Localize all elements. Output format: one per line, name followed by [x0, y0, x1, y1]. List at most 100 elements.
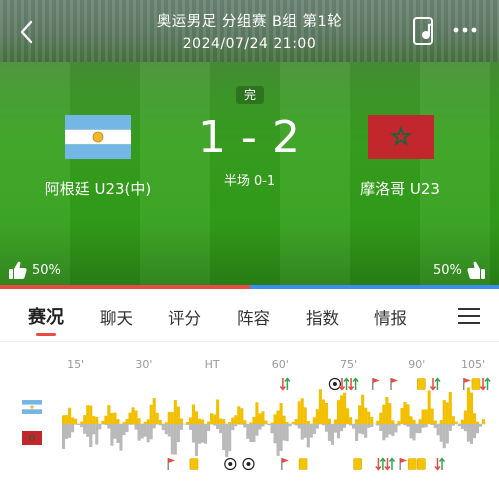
goal-icon[interactable]: [242, 457, 255, 471]
yellow-card-icon[interactable]: [407, 458, 417, 470]
away-momentum-bar: [225, 424, 229, 457]
away-momentum-bar: [77, 424, 81, 425]
away-momentum-bar: [466, 424, 470, 442]
corner-icon[interactable]: [372, 378, 380, 390]
home-momentum-bar: [367, 411, 371, 424]
home-momentum-bar: [439, 420, 443, 424]
home-momentum-bar: [321, 399, 325, 424]
away-momentum-bar: [409, 424, 413, 439]
away-momentum-bar: [83, 424, 87, 434]
home-momentum-bar: [194, 411, 199, 424]
substitution-icon[interactable]: [279, 377, 291, 391]
away-momentum-bar: [179, 424, 183, 430]
home-momentum-bar: [240, 408, 244, 424]
away-momentum-bar: [125, 424, 129, 433]
substitution-icon[interactable]: [429, 377, 441, 391]
substitution-icon[interactable]: [384, 457, 396, 471]
home-momentum-bar: [270, 422, 274, 424]
tab-live[interactable]: 赛况: [28, 303, 64, 329]
away-momentum-bar: [439, 424, 443, 442]
home-momentum-bar: [176, 406, 180, 424]
tab-intel[interactable]: 情报: [374, 305, 407, 329]
away-momentum-bar: [282, 424, 286, 441]
away-momentum-bar: [140, 424, 144, 439]
home-momentum-bar: [122, 422, 126, 424]
home-momentum-bar: [430, 408, 434, 424]
home-momentum-bar: [255, 402, 259, 424]
away-momentum-bar: [379, 424, 383, 432]
away-momentum-bar: [194, 424, 199, 457]
away-momentum-bar: [430, 424, 434, 426]
ringtone-button[interactable]: [410, 16, 438, 46]
home-momentum-bar: [71, 417, 75, 424]
tab-chat[interactable]: 聊天: [100, 305, 133, 329]
corner-icon[interactable]: [281, 458, 289, 470]
thumbs-up-icon: [9, 261, 27, 279]
home-momentum-bar: [460, 419, 464, 424]
home-momentum-bar: [312, 417, 316, 424]
away-momentum-bar: [104, 424, 108, 425]
home-momentum-bar: [134, 410, 138, 424]
tab-odds[interactable]: 指数: [306, 305, 339, 329]
away-momentum-bar: [349, 424, 353, 426]
home-momentum-bar: [149, 404, 153, 424]
home-momentum-bar: [167, 411, 171, 424]
yellow-card-icon[interactable]: [298, 458, 308, 470]
yellow-card-icon[interactable]: [417, 378, 426, 390]
home-momentum-bar: [379, 412, 383, 424]
home-momentum-bar: [68, 407, 72, 424]
goal-icon[interactable]: [224, 457, 237, 471]
away-momentum-bar: [312, 424, 316, 434]
away-momentum-bar: [288, 424, 292, 427]
away-momentum-bar: [442, 424, 446, 449]
away-momentum-bar: [89, 424, 93, 448]
tab-bar: 赛况 聊天 评分 阵容 指数 情报: [0, 289, 499, 341]
home-momentum-bar: [433, 420, 437, 424]
home-momentum-bar: [364, 407, 368, 424]
away-momentum-bar: [158, 424, 162, 426]
yellow-card-icon[interactable]: [471, 378, 481, 390]
goal-icon[interactable]: [328, 377, 342, 391]
away-momentum-bar: [249, 424, 253, 443]
away-momentum-bar: [370, 424, 374, 427]
home-momentum-bar: [74, 418, 78, 424]
home-momentum-bar: [170, 412, 174, 424]
substitution-icon[interactable]: [348, 377, 359, 391]
home-momentum-bar: [282, 415, 286, 424]
yellow-card-icon[interactable]: [353, 458, 362, 470]
corner-icon[interactable]: [399, 458, 408, 470]
away-momentum-bar: [149, 424, 153, 440]
away-momentum-bar: [243, 424, 247, 428]
home-momentum-bar: [349, 417, 353, 424]
match-header: 奥运男足 分组赛 B组 第1轮 2024/07/24 21:00 完 阿根廷 U…: [0, 0, 499, 285]
corner-icon[interactable]: [167, 458, 176, 470]
substitution-icon[interactable]: [434, 457, 446, 471]
home-momentum-bar: [116, 419, 120, 424]
substitution-icon[interactable]: [479, 377, 491, 391]
away-support-button[interactable]: 50%: [433, 260, 486, 280]
away-momentum-bar: [258, 424, 262, 430]
home-support-button[interactable]: 50%: [8, 260, 61, 280]
home-momentum-bar: [406, 404, 410, 424]
home-momentum-bar: [185, 422, 189, 424]
away-momentum-bar: [358, 424, 362, 434]
away-momentum-bar: [107, 424, 111, 429]
more-button[interactable]: [452, 22, 478, 36]
home-momentum-bar: [291, 422, 295, 424]
away-momentum-bar: [252, 424, 256, 443]
home-momentum-bar: [385, 397, 389, 424]
corner-icon[interactable]: [390, 378, 399, 390]
substitution-icon[interactable]: [375, 457, 386, 471]
home-momentum-bar: [237, 406, 241, 424]
menu-button[interactable]: [458, 307, 480, 325]
tab-ratings[interactable]: 评分: [168, 305, 201, 329]
yellow-card-icon[interactable]: [417, 458, 426, 470]
away-momentum-bar: [406, 424, 410, 427]
away-momentum-bar: [433, 424, 437, 429]
timeline-tick-label: HT: [205, 358, 220, 371]
tab-lineup[interactable]: 阵容: [237, 305, 270, 329]
momentum-timeline[interactable]: 15' 30' HT 60' 75' 90' 105': [0, 341, 499, 488]
away-momentum-bar: [137, 424, 141, 441]
away-momentum-bar: [421, 424, 425, 428]
yellow-card-icon[interactable]: [189, 458, 199, 470]
